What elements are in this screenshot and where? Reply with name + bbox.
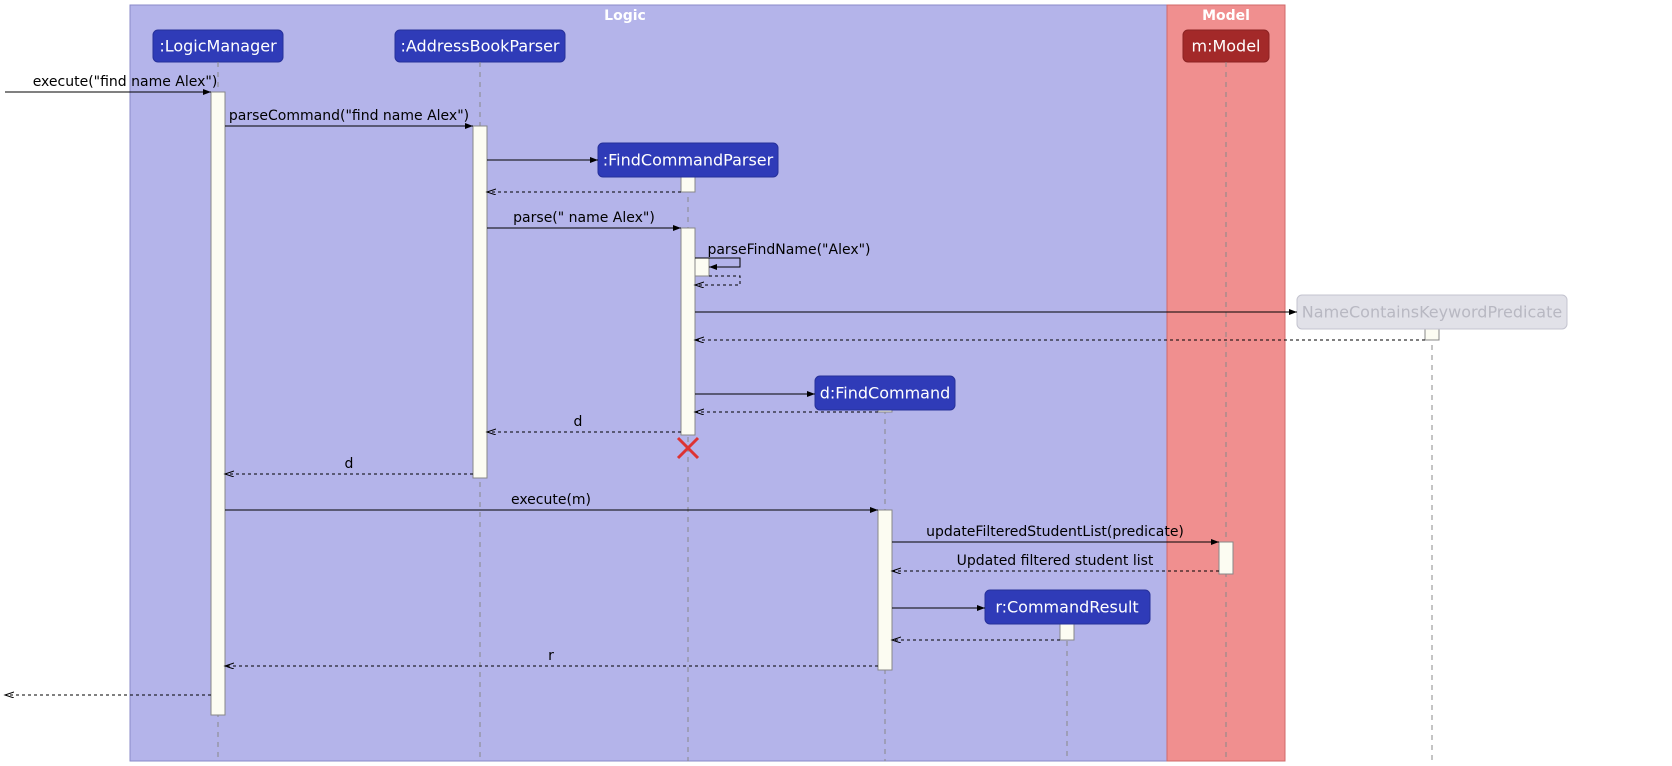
activation-model <box>1219 542 1233 574</box>
head-model-label: m:Model <box>1191 37 1260 56</box>
head-logic-manager-label: :LogicManager <box>159 37 277 56</box>
return-r-to-lm-label: r <box>548 648 554 664</box>
activation-find-parser-nested <box>695 258 709 276</box>
return-d-to-parser-label: d <box>574 414 583 430</box>
msg-parse-label: parse(" name Alex") <box>513 210 655 226</box>
return-d-to-lm-label: d <box>345 456 354 472</box>
msg-parse-command-label: parseCommand("find name Alex") <box>229 108 469 124</box>
activation-find-cmd-exec <box>878 510 892 670</box>
head-predicate-label: NameContainsKeywordPredicate <box>1302 303 1562 322</box>
return-update-list-label: Updated filtered student list <box>957 553 1154 569</box>
head-find-parser-label: :FindCommandParser <box>603 151 774 170</box>
msg-execute-m-label: execute(m) <box>511 492 591 508</box>
msg-execute-find-label: execute("find name Alex") <box>33 74 218 90</box>
head-command-result-label: r:CommandResult <box>995 598 1138 617</box>
activation-find-parser-parse <box>681 228 695 435</box>
frame-logic-label: Logic <box>604 8 646 24</box>
head-find-command-label: d:FindCommand <box>820 384 951 403</box>
msg-parse-find-name-label: parseFindName("Alex") <box>707 242 870 258</box>
frame-model-label: Model <box>1202 8 1250 24</box>
head-parser-label: :AddressBookParser <box>401 37 560 56</box>
msg-update-list-label: updateFilteredStudentList(predicate) <box>926 524 1184 540</box>
activation-logic-manager <box>211 92 225 715</box>
activation-parser <box>473 126 487 478</box>
sequence-diagram: Logic Model :LogicManager :AddressBookPa… <box>0 0 1672 766</box>
